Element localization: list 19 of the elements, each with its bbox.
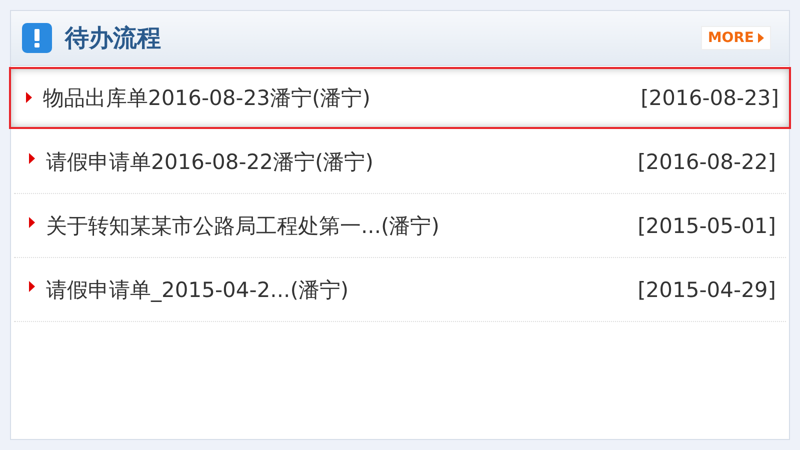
list-item[interactable]: 物品出库单2016-08-23潘宁(潘宁) [2016-08-23] [9,67,791,129]
bullet-icon [29,153,35,164]
alert-icon [21,22,53,54]
bullet-icon [26,92,32,103]
item-date: [2015-04-29] [638,278,776,302]
item-date: [2016-08-23] [640,86,779,110]
item-title: 关于转知某某市公路局工程处第一...(潘宁) [46,212,440,240]
item-title: 请假申请单2016-08-22潘宁(潘宁) [46,148,374,176]
caret-icon [758,33,764,43]
item-date: [2015-05-01] [638,214,776,238]
list-item[interactable]: 请假申请单_2015-04-2...(潘宁) [2015-04-29] [14,258,786,322]
item-title: 请假申请单_2015-04-2...(潘宁) [46,276,349,304]
bullet-icon [29,217,35,228]
item-date: [2016-08-22] [638,150,776,174]
bullet-icon [29,281,35,292]
list-item[interactable]: 请假申请单2016-08-22潘宁(潘宁) [2016-08-22] [14,130,786,194]
list-item[interactable]: 关于转知某某市公路局工程处第一...(潘宁) [2015-05-01] [14,194,786,258]
panel-title: 待办流程 [65,23,161,54]
item-title: 物品出库单2016-08-23潘宁(潘宁) [43,85,370,112]
